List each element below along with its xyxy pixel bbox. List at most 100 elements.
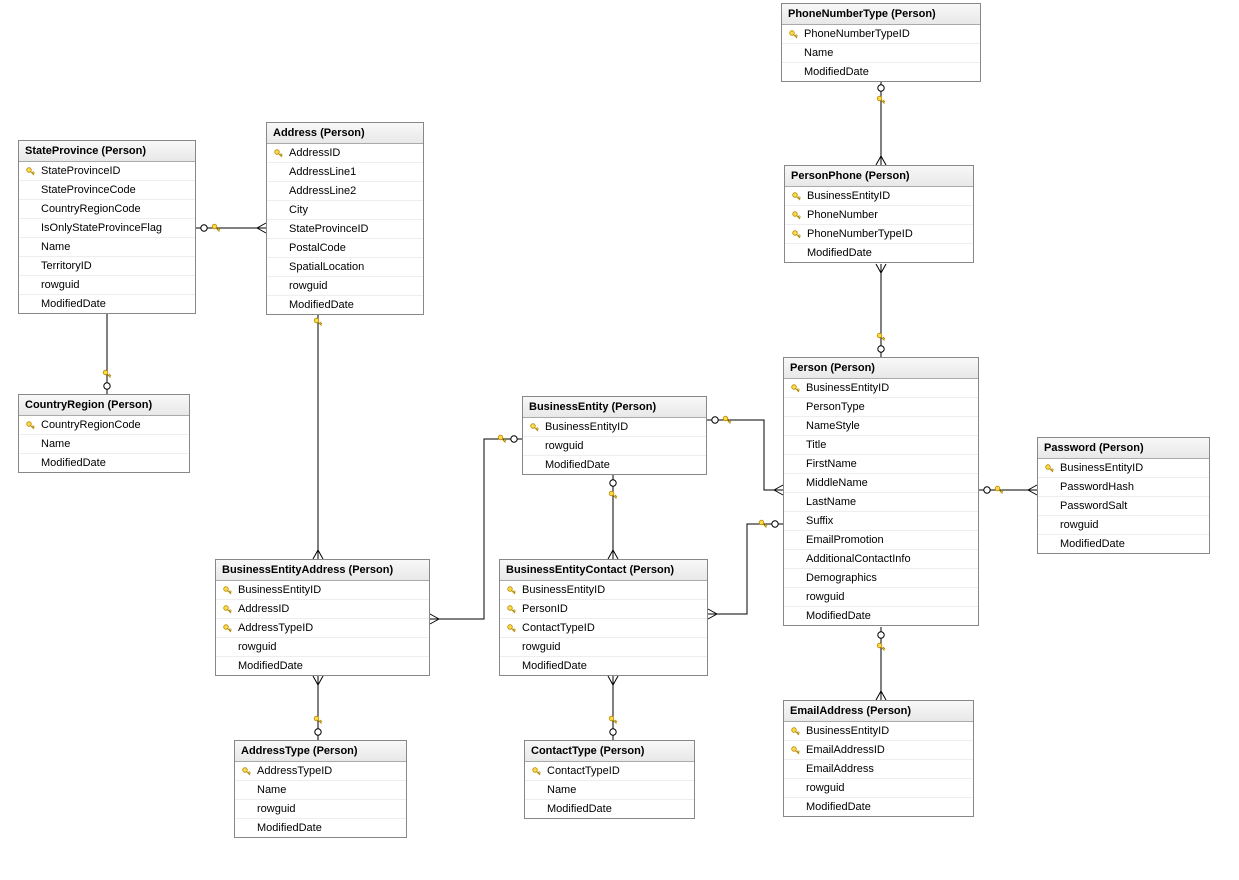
table-address[interactable]: Address (Person)AddressIDAddressLine1Add… <box>266 122 424 315</box>
table-column[interactable]: LastName <box>784 493 978 512</box>
table-column[interactable]: PersonID <box>500 600 707 619</box>
table-column[interactable]: BusinessEntityID <box>523 418 706 437</box>
table-column[interactable]: AddressLine2 <box>267 182 423 201</box>
table-column[interactable]: SpatialLocation <box>267 258 423 277</box>
table-contacttype[interactable]: ContactType (Person)ContactTypeIDNameMod… <box>524 740 695 819</box>
table-column[interactable]: BusinessEntityID <box>500 581 707 600</box>
table-column[interactable]: ModifiedDate <box>1038 535 1209 553</box>
table-column[interactable]: BusinessEntityID <box>784 722 973 741</box>
table-column[interactable]: PhoneNumberTypeID <box>785 225 973 244</box>
table-column[interactable]: Name <box>782 44 980 63</box>
table-column[interactable]: rowguid <box>1038 516 1209 535</box>
table-column[interactable]: Name <box>19 238 195 257</box>
table-column[interactable]: Name <box>235 781 406 800</box>
table-column[interactable]: ModifiedDate <box>784 607 978 625</box>
table-column[interactable]: NameStyle <box>784 417 978 436</box>
table-column[interactable]: PersonType <box>784 398 978 417</box>
table-column[interactable]: FirstName <box>784 455 978 474</box>
table-column[interactable]: City <box>267 201 423 220</box>
table-column[interactable]: AddressTypeID <box>216 619 429 638</box>
table-addresstype[interactable]: AddressType (Person)AddressTypeIDNamerow… <box>234 740 407 838</box>
table-column[interactable]: IsOnlyStateProvinceFlag <box>19 219 195 238</box>
table-column[interactable]: rowguid <box>19 276 195 295</box>
table-header[interactable]: BusinessEntityContact (Person) <box>500 560 707 581</box>
primary-key-icon <box>507 605 516 614</box>
table-header[interactable]: StateProvince (Person) <box>19 141 195 162</box>
table-column[interactable]: AddressID <box>267 144 423 163</box>
table-column[interactable]: Demographics <box>784 569 978 588</box>
table-personphone[interactable]: PersonPhone (Person)BusinessEntityIDPhon… <box>784 165 974 263</box>
table-column[interactable]: Name <box>19 435 189 454</box>
table-column[interactable]: EmailPromotion <box>784 531 978 550</box>
table-column[interactable]: EmailAddressID <box>784 741 973 760</box>
table-column[interactable]: PasswordSalt <box>1038 497 1209 516</box>
table-column[interactable]: ModifiedDate <box>19 454 189 472</box>
table-column[interactable]: AdditionalContactInfo <box>784 550 978 569</box>
table-column[interactable]: ModifiedDate <box>500 657 707 675</box>
table-header[interactable]: PersonPhone (Person) <box>785 166 973 187</box>
table-column[interactable]: MiddleName <box>784 474 978 493</box>
table-column[interactable]: AddressID <box>216 600 429 619</box>
table-column[interactable]: CountryRegionCode <box>19 416 189 435</box>
column-name: StateProvinceCode <box>37 184 136 196</box>
table-column[interactable]: rowguid <box>500 638 707 657</box>
table-column[interactable]: BusinessEntityID <box>216 581 429 600</box>
table-column[interactable]: CountryRegionCode <box>19 200 195 219</box>
table-column[interactable]: BusinessEntityID <box>1038 459 1209 478</box>
table-column[interactable]: Suffix <box>784 512 978 531</box>
table-column[interactable]: ModifiedDate <box>19 295 195 313</box>
table-stateprovince[interactable]: StateProvince (Person)StateProvinceID Sta… <box>18 140 196 314</box>
table-column[interactable]: ModifiedDate <box>525 800 694 818</box>
table-column[interactable]: PasswordHash <box>1038 478 1209 497</box>
table-column[interactable]: AddressTypeID <box>235 762 406 781</box>
table-businessentityaddress[interactable]: BusinessEntityAddress (Person)BusinessEn… <box>215 559 430 676</box>
table-column[interactable]: Name <box>525 781 694 800</box>
table-column[interactable]: BusinessEntityID <box>785 187 973 206</box>
table-businessentity[interactable]: BusinessEntity (Person)BusinessEntityIDr… <box>522 396 707 475</box>
table-password[interactable]: Password (Person)BusinessEntityIDPasswor… <box>1037 437 1210 554</box>
table-businessentitycontact[interactable]: BusinessEntityContact (Person)BusinessEn… <box>499 559 708 676</box>
table-column[interactable]: ModifiedDate <box>785 244 973 262</box>
table-header[interactable]: Address (Person) <box>267 123 423 144</box>
table-header[interactable]: ContactType (Person) <box>525 741 694 762</box>
table-column[interactable]: rowguid <box>267 277 423 296</box>
column-name: ModifiedDate <box>37 457 106 469</box>
table-header[interactable]: BusinessEntity (Person) <box>523 397 706 418</box>
table-header[interactable]: CountryRegion (Person) <box>19 395 189 416</box>
table-column[interactable]: rowguid <box>235 800 406 819</box>
table-column[interactable]: PhoneNumber <box>785 206 973 225</box>
table-emailaddress[interactable]: EmailAddress (Person)BusinessEntityIDEma… <box>783 700 974 817</box>
table-column[interactable]: Title <box>784 436 978 455</box>
table-column[interactable]: ModifiedDate <box>216 657 429 675</box>
table-column[interactable]: StateProvinceCode <box>19 181 195 200</box>
table-column[interactable]: StateProvinceID <box>19 162 195 181</box>
table-header[interactable]: Person (Person) <box>784 358 978 379</box>
table-column[interactable]: ModifiedDate <box>782 63 980 81</box>
table-column[interactable]: PhoneNumberTypeID <box>782 25 980 44</box>
table-column[interactable]: PostalCode <box>267 239 423 258</box>
column-name: CountryRegionCode <box>37 203 141 215</box>
table-countryregion[interactable]: CountryRegion (Person)CountryRegionCodeN… <box>18 394 190 473</box>
table-column[interactable]: ContactTypeID <box>500 619 707 638</box>
table-header[interactable]: AddressType (Person) <box>235 741 406 762</box>
table-header[interactable]: PhoneNumberType (Person) <box>782 4 980 25</box>
table-person[interactable]: Person (Person)BusinessEntityIDPersonTyp… <box>783 357 979 626</box>
table-column[interactable]: rowguid <box>523 437 706 456</box>
table-column[interactable]: ModifiedDate <box>523 456 706 474</box>
table-column[interactable]: ModifiedDate <box>784 798 973 816</box>
table-header[interactable]: EmailAddress (Person) <box>784 701 973 722</box>
table-column[interactable]: rowguid <box>216 638 429 657</box>
table-column[interactable]: StateProvinceID <box>267 220 423 239</box>
table-column[interactable]: TerritoryID <box>19 257 195 276</box>
table-column[interactable]: ModifiedDate <box>235 819 406 837</box>
table-column[interactable]: EmailAddress <box>784 760 973 779</box>
table-phonenumbertype[interactable]: PhoneNumberType (Person)PhoneNumberTypeI… <box>781 3 981 82</box>
table-column[interactable]: rowguid <box>784 779 973 798</box>
table-column[interactable]: ModifiedDate <box>267 296 423 314</box>
table-header[interactable]: BusinessEntityAddress (Person) <box>216 560 429 581</box>
table-header[interactable]: Password (Person) <box>1038 438 1209 459</box>
table-column[interactable]: ContactTypeID <box>525 762 694 781</box>
table-column[interactable]: BusinessEntityID <box>784 379 978 398</box>
table-column[interactable]: AddressLine1 <box>267 163 423 182</box>
table-column[interactable]: rowguid <box>784 588 978 607</box>
